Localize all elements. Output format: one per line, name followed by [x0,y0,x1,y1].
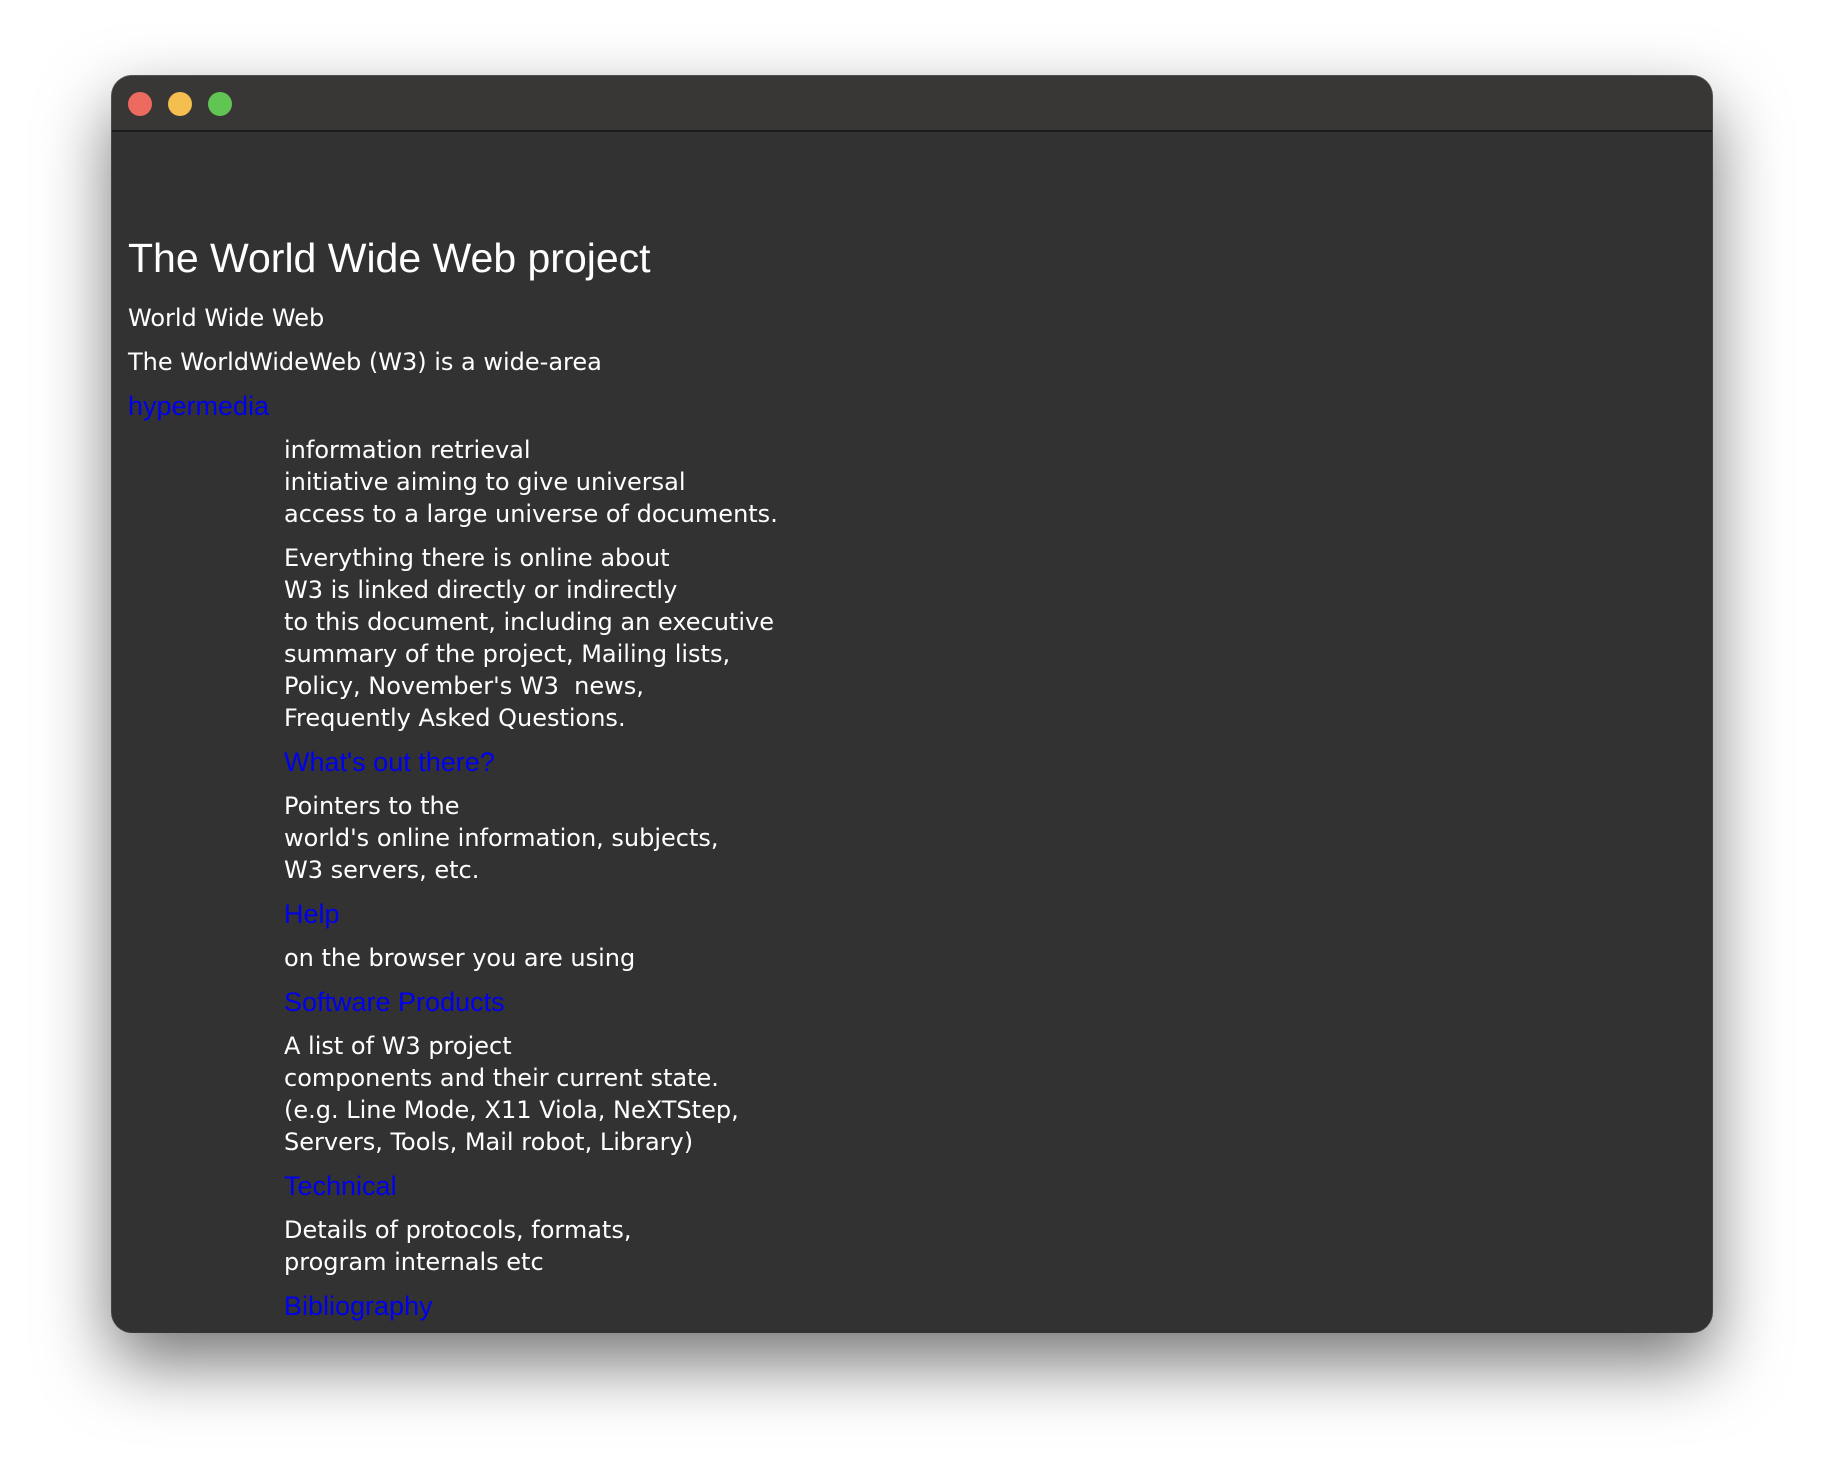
window-titlebar[interactable] [112,76,1712,132]
overview-line: Everything there is online about [284,544,670,572]
description-line: components and their current state. [284,1064,719,1092]
intro-line: access to a large universe of documents. [284,500,778,528]
whats-out-there-link[interactable]: What's out there? [284,746,495,778]
close-window-button[interactable] [128,92,152,116]
help-link[interactable]: Help [284,898,340,930]
description-line: A list of W3 project [284,1032,512,1060]
intro-text: The WorldWideWeb (W3) is a wide-area [128,348,602,376]
description-line: Pointers to the [284,792,460,820]
overview-line: to this document, including an executive [284,608,774,636]
description-line: Details of protocols, formats, [284,1216,632,1244]
overview-line: Policy, November's W3 news, [284,672,644,700]
hypermedia-link[interactable]: hypermedia [128,390,269,422]
description-line: (e.g. Line Mode, X11 Viola, NeXTStep, [284,1096,739,1124]
description-line: world's online information, subjects, [284,824,719,852]
technical-link[interactable]: Technical [284,1170,397,1202]
overview-line: summary of the project, Mailing lists, [284,640,731,668]
maximize-window-button[interactable] [208,92,232,116]
overview-line: Frequently Asked Questions. [284,704,626,732]
intro-line: information retrieval [284,436,531,464]
minimize-window-button[interactable] [168,92,192,116]
description-line: on the browser you are using [284,944,636,972]
intro-line: initiative aiming to give universal [284,468,686,496]
description-line: Servers, Tools, Mail robot, Library) [284,1128,694,1156]
description-line: program internals etc [284,1248,544,1276]
bibliography-link[interactable]: Bibliography [284,1290,433,1322]
page-subtitle: World Wide Web [128,304,325,332]
description-line: W3 servers, etc. [284,856,480,884]
software-products-link[interactable]: Software Products [284,986,505,1018]
page-content: The World Wide Web project World Wide We… [112,132,1712,1332]
page-title: The World Wide Web project [128,235,651,281]
overview-line: W3 is linked directly or indirectly [284,576,678,604]
browser-window: The World Wide Web project World Wide We… [112,76,1712,1332]
